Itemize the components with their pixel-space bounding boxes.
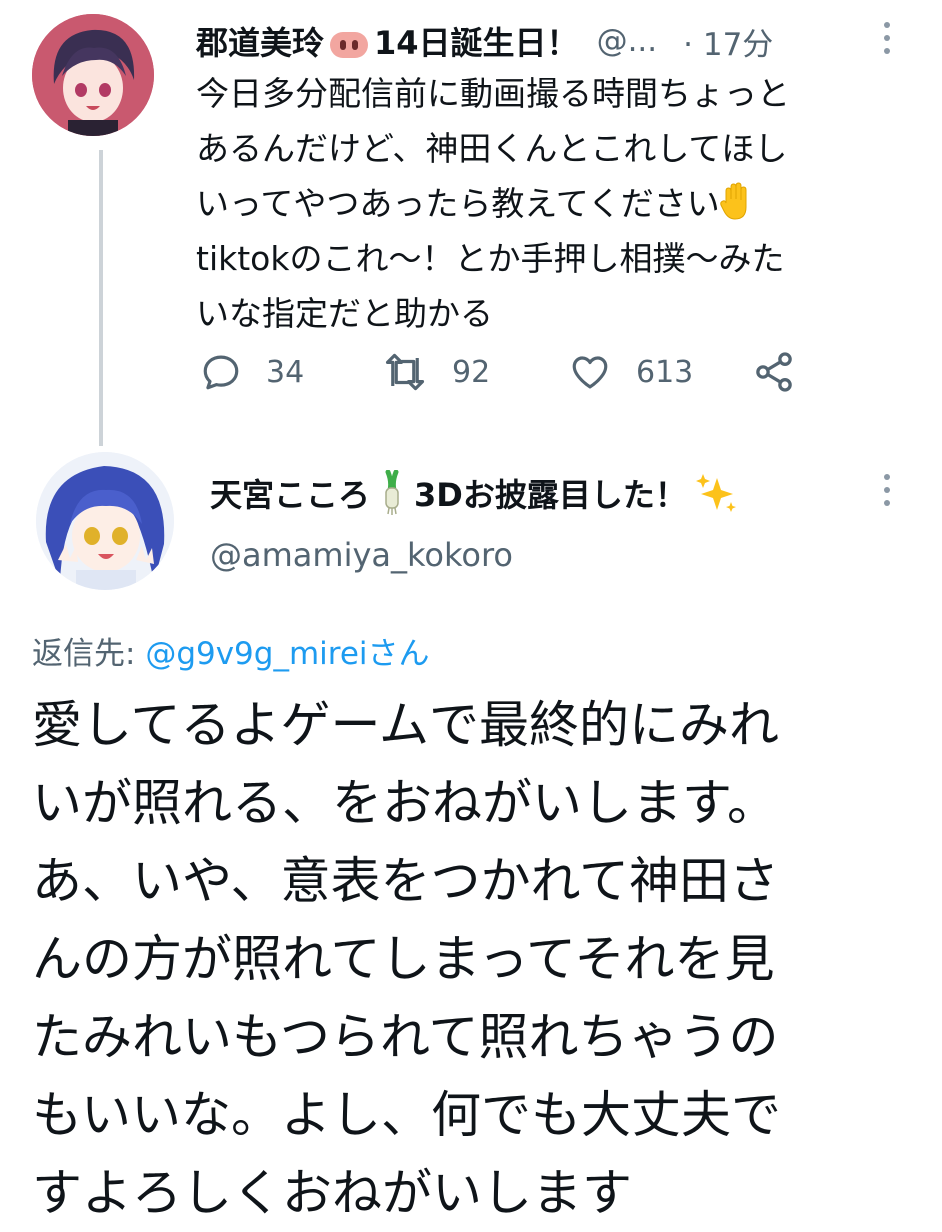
tweet2-more-options-icon[interactable]	[882, 474, 892, 506]
tweet1-timestamp[interactable]: · 17分	[683, 19, 773, 64]
like-button[interactable]: 613	[568, 351, 752, 393]
green-onion-icon	[385, 470, 399, 515]
display-name-text: 郡道美玲	[196, 24, 325, 62]
tweet2-handle[interactable]: @amamiya_kokoro	[210, 536, 513, 574]
share-icon	[756, 352, 792, 392]
reply-button[interactable]: 34	[200, 351, 382, 393]
like-count: 613	[636, 354, 694, 390]
tweet1-text-part1: 今日多分配信前に動画撮る時間ちょっと あるんだけど、神田くんとこれしてほし いっ…	[196, 74, 790, 223]
display-name-suffix: 3Dお披露目した！	[414, 476, 687, 514]
reply-icon	[203, 355, 239, 390]
tweet1-display-name[interactable]: 郡道美玲 14日誕生日！	[196, 18, 579, 64]
avatar[interactable]	[36, 452, 174, 590]
heart-icon	[572, 356, 608, 389]
separator: ·	[683, 26, 693, 63]
replying-to: 返信先: @g9v9g_mireiさん	[32, 628, 430, 673]
retweet-icon	[385, 353, 425, 391]
tweet2-display-name[interactable]: 天宮こころ 3Dお披露目した！	[210, 468, 745, 518]
thread-connector-line	[99, 150, 103, 446]
reply-count: 34	[266, 354, 305, 390]
tweet1-text-part2: tiktokのこれ〜！とか手押し相撲〜みた いな指定だと助かる	[196, 239, 785, 333]
avatar-illustration	[36, 452, 174, 590]
display-name-suffix: 14日誕生日！	[374, 24, 579, 62]
retweet-count: 92	[452, 354, 491, 390]
avatar-illustration	[32, 14, 154, 136]
tweet2-text: 愛してるよゲームで最終的にみれ いが照れる、をおねがいします。 あ、いや、意表を…	[32, 696, 781, 1222]
tweet1-action-bar: 34 92 613	[200, 346, 796, 398]
display-name-text: 天宮こころ	[210, 476, 371, 514]
avatar[interactable]	[32, 14, 154, 136]
share-button[interactable]	[752, 350, 796, 394]
raised-hand-icon	[719, 182, 747, 220]
time-text: 17分	[702, 26, 774, 63]
sparkles-icon	[695, 474, 736, 512]
tweet1-text: 今日多分配信前に動画撮る時間ちょっと あるんだけど、神田くんとこれしてほし いっ…	[196, 66, 916, 341]
tweet1-header: 郡道美玲 14日誕生日！ @... · 17分	[196, 18, 773, 64]
tweet1-more-options-icon[interactable]	[882, 22, 892, 54]
pig-nose-icon	[330, 32, 369, 58]
replying-to-mention-link[interactable]: @g9v9g_mireiさん	[145, 636, 429, 672]
replying-to-label: 返信先:	[32, 636, 136, 672]
retweet-button[interactable]: 92	[382, 351, 568, 393]
tweet1-handle[interactable]: @...	[597, 23, 658, 59]
